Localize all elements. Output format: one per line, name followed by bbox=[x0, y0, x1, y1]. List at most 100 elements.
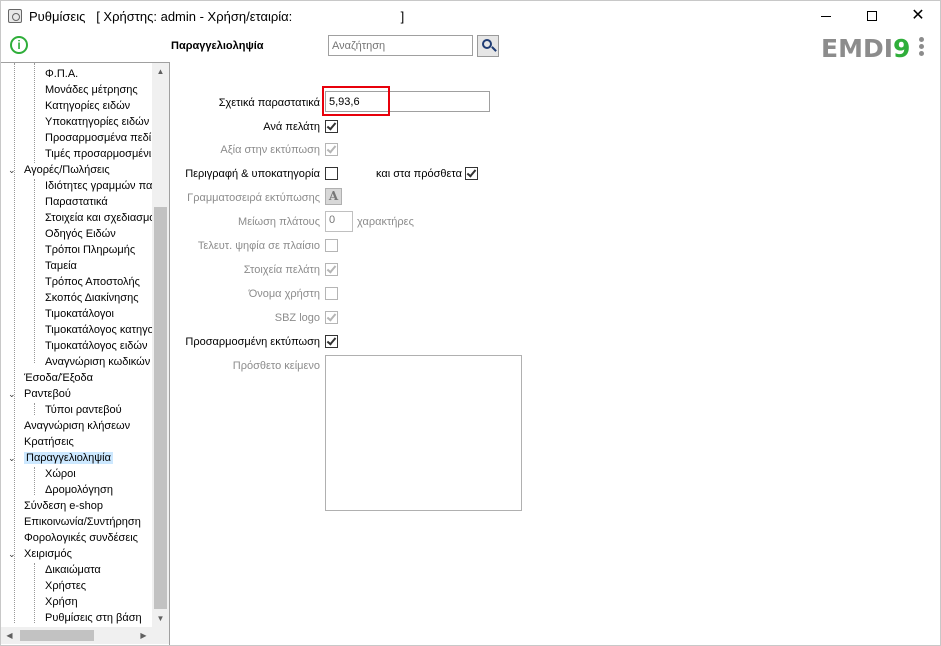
tree-item[interactable]: Κατηγορίες ειδών bbox=[45, 98, 130, 114]
tree-item[interactable]: Σκοπός Διακίνησης bbox=[45, 290, 139, 306]
tree-item[interactable]: Ιδιότητες γραμμών πα bbox=[45, 178, 152, 194]
last-digits-checkbox[interactable] bbox=[325, 239, 338, 252]
tree-item[interactable]: Υποκατηγορίες ειδών bbox=[45, 114, 149, 130]
tree-item[interactable]: Κρατήσεις bbox=[24, 434, 74, 450]
search-input[interactable] bbox=[328, 35, 473, 56]
tree-item[interactable]: Οδηγός Ειδών bbox=[45, 226, 116, 242]
tree-item-label: Τιμοκατάλογοι bbox=[45, 308, 114, 320]
tree-item[interactable]: ⌄ Παραγγελιοληψία bbox=[8, 450, 113, 466]
scroll-right-icon[interactable]: ▶ bbox=[135, 627, 152, 644]
tree-item[interactable]: ⌄ Ραντεβού bbox=[8, 386, 71, 402]
tree-item[interactable]: Ταμεία bbox=[45, 258, 77, 274]
also-extras-label: και στα πρόσθετα bbox=[376, 168, 462, 180]
tree-item[interactable]: Τιμοκατάλογοι bbox=[45, 306, 114, 322]
maximize-button[interactable] bbox=[849, 1, 895, 31]
tree-item[interactable]: Τιμοκατάλογος ειδών bbox=[45, 338, 147, 354]
tree-item[interactable]: Χρήση bbox=[45, 594, 78, 610]
scroll-thumb[interactable] bbox=[154, 207, 167, 609]
tree-item[interactable]: Χώροι bbox=[45, 466, 76, 482]
close-button[interactable]: ✕ bbox=[895, 1, 941, 31]
tree-item[interactable]: Τρόποι Πληρωμής bbox=[45, 242, 135, 258]
tree-item[interactable]: Μονάδες μέτρησης bbox=[45, 82, 138, 98]
tree-item[interactable]: ⌄ Αγορές/Πωλήσεις bbox=[8, 162, 110, 178]
tree-item-label: Φ.Π.Α. bbox=[45, 68, 79, 80]
checkmark-icon bbox=[326, 311, 337, 322]
description-subcategory-label: Περιγραφή & υποκατηγορία bbox=[185, 168, 320, 180]
tree-item-label: Χώροι bbox=[45, 468, 76, 480]
title-bar[interactable]: Ρυθμίσεις [ Χρήστης: admin - Χρήση/εταιρ… bbox=[1, 1, 940, 31]
tree-item[interactable]: Τρόπος Αποστολής bbox=[45, 274, 140, 290]
description-subcategory-checkbox[interactable] bbox=[325, 167, 338, 180]
tree-item[interactable]: Προσαρμοσμένα πεδί bbox=[45, 130, 151, 146]
tree-item-label: Τιμές προσαρμοσμένι bbox=[45, 148, 152, 160]
tree-vertical-scrollbar[interactable]: ▲ ▼ bbox=[152, 63, 169, 627]
tree-item-label: Τιμοκατάλογος ειδών bbox=[45, 340, 148, 352]
tree-item[interactable]: Δικαιώματα bbox=[45, 562, 101, 578]
username-label: Όνομα χρήστη bbox=[248, 288, 320, 300]
toolbar: i Παραγγελιοληψία EMDI9 bbox=[1, 31, 940, 63]
tree-item[interactable]: Σύνδεση e-shop bbox=[24, 498, 103, 514]
tree-item[interactable]: Αναγνώριση κλήσεων bbox=[24, 418, 130, 434]
also-extras-checkbox[interactable] bbox=[465, 167, 478, 180]
tree-item[interactable]: Ρυθμίσεις στη βάση bbox=[45, 610, 142, 626]
per-customer-checkbox[interactable] bbox=[325, 120, 338, 133]
width-reduction-field[interactable]: 0 bbox=[325, 211, 353, 232]
info-icon[interactable]: i bbox=[10, 36, 28, 54]
tree-item-label: Παραγγελιοληψία bbox=[24, 452, 113, 464]
tree-item[interactable]: Παραστατικά bbox=[45, 194, 108, 210]
tree-item-label: Τρόποι Πληρωμής bbox=[45, 244, 136, 256]
tree-item[interactable]: Στοιχεία και σχεδιασμό bbox=[45, 210, 155, 226]
checkmark-icon bbox=[326, 263, 337, 274]
scroll-up-icon[interactable]: ▲ bbox=[152, 63, 169, 80]
tree-item[interactable]: Φορολογικές συνδέσεις bbox=[24, 530, 138, 546]
customer-info-checkbox[interactable] bbox=[325, 263, 338, 276]
tree-item[interactable]: Τιμοκατάλογος κατηγο bbox=[45, 322, 154, 338]
tree-item[interactable]: Χρήστες bbox=[45, 578, 86, 594]
expand-chevron-icon[interactable]: ⌄ bbox=[8, 162, 16, 178]
tree-item[interactable]: Επικοινωνία/Συντήρηση bbox=[24, 514, 141, 530]
per-customer-label: Ανά πελάτη bbox=[263, 121, 320, 133]
tree-item-label: Αναγνώριση κλήσεων bbox=[24, 420, 131, 432]
expand-chevron-icon[interactable]: ⌄ bbox=[8, 450, 16, 466]
more-options-icon[interactable] bbox=[919, 37, 925, 57]
checkmark-icon bbox=[326, 120, 337, 131]
tree-item-label: Τύποι ραντεβού bbox=[45, 404, 122, 416]
tree-item-label: Χρήση bbox=[45, 596, 78, 608]
search-button[interactable] bbox=[477, 35, 499, 57]
sbz-logo-checkbox[interactable] bbox=[325, 311, 338, 324]
expand-chevron-icon[interactable]: ⌄ bbox=[8, 386, 16, 402]
tree-item-label: Αγορές/Πωλήσεις bbox=[24, 164, 110, 176]
print-font-label: Γραμματοσειρά εκτύπωσης bbox=[187, 192, 320, 204]
checkmark-icon bbox=[326, 143, 337, 154]
username-checkbox[interactable] bbox=[325, 287, 338, 300]
scroll-down-icon[interactable]: ▼ bbox=[152, 610, 169, 627]
tree-item-label: Δρομολόγηση bbox=[45, 484, 113, 496]
tree-item[interactable]: Αναγνώριση κωδικών bbox=[45, 354, 150, 370]
minimize-button[interactable] bbox=[803, 1, 849, 31]
tree-item-label: Στοιχεία και σχεδιασμό bbox=[45, 212, 156, 224]
width-reduction-label: Μείωση πλάτους bbox=[238, 216, 320, 228]
settings-app-icon bbox=[8, 9, 22, 23]
custom-print-label: Προσαρμοσμένη εκτύπωση bbox=[185, 336, 320, 348]
value-in-print-checkbox[interactable] bbox=[325, 143, 338, 156]
additional-text-label: Πρόσθετο κείμενο bbox=[232, 360, 320, 372]
additional-text-area[interactable] bbox=[325, 355, 522, 511]
tree-item[interactable]: Τιμές προσαρμοσμένι bbox=[45, 146, 151, 162]
custom-print-checkbox[interactable] bbox=[325, 335, 338, 348]
scroll-left-icon[interactable]: ◀ bbox=[1, 627, 18, 644]
tree-item-label: Τρόπος Αποστολής bbox=[45, 276, 140, 288]
maximize-icon bbox=[867, 11, 877, 21]
tree-item[interactable]: Έσοδα/Έξοδα bbox=[24, 370, 93, 386]
tree-item[interactable]: Δρομολόγηση bbox=[45, 482, 113, 498]
tree-item[interactable]: Τύποι ραντεβού bbox=[45, 402, 122, 418]
tree-item-label: Χρήστες bbox=[45, 580, 87, 592]
tree-item[interactable]: ⌄ Χειρισμός bbox=[8, 546, 72, 562]
scroll-thumb-horizontal[interactable] bbox=[20, 630, 94, 641]
font-picker-button[interactable]: A bbox=[325, 188, 342, 205]
tree-item[interactable]: Φ.Π.Α. bbox=[45, 66, 78, 82]
expand-chevron-icon[interactable]: ⌄ bbox=[8, 546, 16, 562]
tree-horizontal-scrollbar[interactable]: ◀ ▶ bbox=[1, 627, 152, 644]
tree-item-label: Φορολογικές συνδέσεις bbox=[24, 532, 138, 544]
tree-item-label: Κρατήσεις bbox=[24, 436, 74, 448]
settings-window: Ρυθμίσεις [ Χρήστης: admin - Χρήση/εταιρ… bbox=[0, 0, 941, 646]
